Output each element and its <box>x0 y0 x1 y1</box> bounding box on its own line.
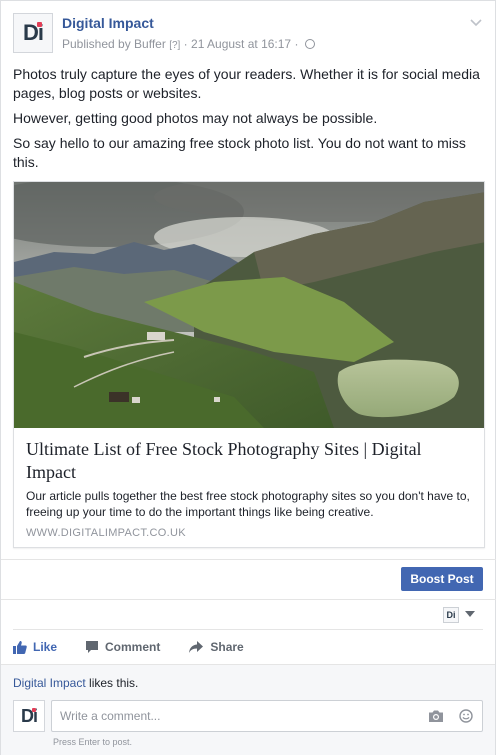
link-title[interactable]: Ultimate List of Free Stock Photography … <box>26 438 476 484</box>
post-body: Photos truly capture the eyes of your re… <box>13 65 485 178</box>
post-footer: Digital Impact likes this. Di Press Ente… <box>1 664 495 755</box>
logo-dot <box>32 707 36 712</box>
share-label: Share <box>210 640 244 654</box>
page-logo: Di <box>23 20 44 46</box>
like-label: Like <box>33 640 58 654</box>
likes-suffix: likes this. <box>85 676 139 690</box>
link-preview[interactable]: Ultimate List of Free Stock Photography … <box>13 181 485 548</box>
liker-name-link[interactable]: Digital Impact <box>13 676 86 690</box>
emoji-icon[interactable] <box>459 709 473 723</box>
comment-label: Comment <box>105 640 161 654</box>
boost-post-button[interactable]: Boost Post <box>401 567 483 591</box>
globe-icon[interactable] <box>304 39 315 49</box>
commenter-logo: Di <box>21 706 38 727</box>
comment-box[interactable] <box>51 700 483 732</box>
post-paragraph: Photos truly capture the eyes of your re… <box>13 66 480 101</box>
likes-summary: Digital Impact likes this. <box>13 676 138 690</box>
comment-button[interactable]: Comment <box>85 640 160 654</box>
comment-icon <box>86 641 99 653</box>
post-paragraph: However, getting good photos may not alw… <box>13 110 378 126</box>
meta-separator-2: · <box>294 37 299 51</box>
divider <box>13 629 483 630</box>
divider <box>1 599 496 600</box>
link-description: Our article pulls together the best free… <box>26 489 470 519</box>
page-avatar[interactable]: Di <box>13 13 53 53</box>
action-bar: Like Comment Share <box>13 637 272 657</box>
help-link[interactable]: [?] <box>169 40 180 51</box>
post-paragraph: So say hello to our amazing free stock p… <box>13 135 466 170</box>
thumbs-up-icon <box>13 641 27 654</box>
divider <box>1 559 496 560</box>
comment-hint: Press Enter to post. <box>53 737 133 747</box>
commenter-avatar[interactable]: Di <box>13 700 45 732</box>
post-meta: Published by Buffer [?] · 21 August at 1… <box>62 37 315 51</box>
timestamp-link[interactable]: 21 August at 16:17 <box>191 37 291 51</box>
comment-input[interactable] <box>60 701 410 731</box>
logo-dot <box>37 22 42 27</box>
landscape-image[interactable] <box>14 182 485 428</box>
published-by: Published by Buffer <box>62 37 166 51</box>
share-arrow-icon <box>189 641 204 653</box>
chevron-down-icon[interactable] <box>469 15 483 29</box>
share-button[interactable]: Share <box>188 640 244 654</box>
post-card: Di Digital Impact Published by Buffer [?… <box>0 0 496 755</box>
caret-down-icon[interactable] <box>465 611 475 617</box>
page-name-link[interactable]: Digital Impact <box>62 15 154 31</box>
actor-selector-avatar[interactable]: Di <box>443 607 459 623</box>
link-domain: WWW.DIGITALIMPACT.CO.UK <box>26 527 186 539</box>
camera-icon[interactable] <box>428 709 444 723</box>
like-button[interactable]: Like <box>13 640 57 654</box>
meta-separator: · <box>183 37 188 51</box>
